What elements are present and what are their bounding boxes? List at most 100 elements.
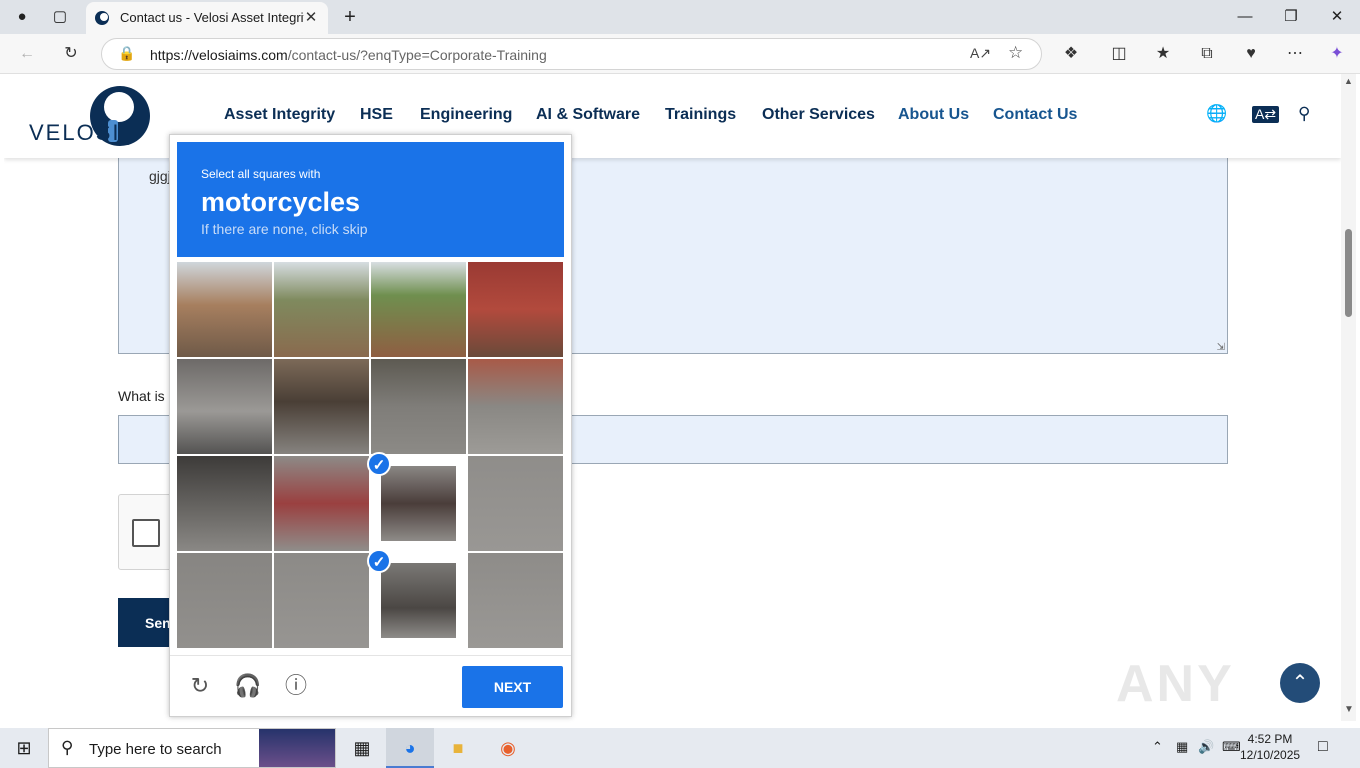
velosi-logo-text[interactable]: VELOSI: [29, 120, 120, 146]
page-scrollbar[interactable]: ▲ ▼: [1341, 74, 1356, 721]
info-icon[interactable]: ⓘ: [282, 672, 310, 700]
browser-tab[interactable]: Contact us - Velosi Asset Integrity ✕: [86, 2, 328, 34]
security-question-label: What is: [118, 388, 165, 404]
file-explorer-icon[interactable]: ■: [434, 728, 482, 768]
nav-hse[interactable]: HSE: [360, 106, 393, 124]
scroll-to-top-button[interactable]: ⌃: [1280, 663, 1320, 703]
copilot-icon[interactable]: ✦: [1324, 41, 1350, 67]
captcha-header: Select all squares with motorcycles If t…: [177, 142, 564, 257]
reload-icon[interactable]: ↻: [58, 41, 84, 67]
selected-check-icon: ✓: [367, 549, 391, 573]
lock-icon[interactable]: 🔒: [118, 45, 135, 62]
message-text: gjgj: [149, 168, 171, 184]
taskbar-search[interactable]: ⚲ Type here to search: [48, 728, 336, 768]
new-tab-icon[interactable]: +: [336, 1, 364, 33]
back-icon[interactable]: ←: [14, 41, 40, 67]
clock[interactable]: 4:52 PM 12/10/2025: [1240, 731, 1300, 763]
search-icon: ⚲: [61, 738, 74, 757]
tab-bar: ● ▢ Contact us - Velosi Asset Integrity …: [0, 0, 1360, 34]
globe-icon[interactable]: 🌐: [1206, 104, 1227, 124]
favorites-icon[interactable]: ★: [1150, 41, 1176, 67]
split-screen-icon[interactable]: ◫: [1106, 41, 1132, 67]
favorite-star-icon[interactable]: ☆: [1008, 43, 1023, 63]
nav-ai-software[interactable]: AI & Software: [536, 106, 640, 124]
clock-date: 12/10/2025: [1240, 748, 1301, 762]
language-icon[interactable]: ⌨: [1222, 739, 1241, 755]
more-menu-icon[interactable]: ⋯: [1282, 41, 1308, 67]
captcha-footer: ↻ 🎧 ⓘ NEXT: [170, 655, 571, 717]
windows-taskbar: ⊞ ⚲ Type here to search ▦ ◕ ■ ◉ ⌃ ▦ 🔊 ⌨ …: [0, 728, 1360, 768]
minimize-icon[interactable]: —: [1230, 1, 1260, 33]
captcha-tile[interactable]: [274, 262, 369, 357]
volume-icon[interactable]: 🔊: [1198, 739, 1214, 755]
scroll-thumb[interactable]: [1345, 229, 1352, 317]
nav-engineering[interactable]: Engineering: [420, 106, 512, 124]
captcha-tile[interactable]: [177, 456, 272, 551]
nav-other-services[interactable]: Other Services: [762, 106, 875, 124]
restore-icon[interactable]: ❐: [1276, 1, 1306, 33]
address-bar[interactable]: 🔒 https://velosiaims.com/contact-us/?enq…: [101, 38, 1042, 70]
captcha-tile[interactable]: [177, 553, 272, 648]
clock-time: 4:52 PM: [1247, 732, 1293, 746]
reload-challenge-icon[interactable]: ↻: [186, 672, 214, 700]
captcha-tile[interactable]: [177, 359, 272, 454]
captcha-tile[interactable]: [274, 456, 369, 551]
nav-asset-integrity[interactable]: Asset Integrity: [224, 106, 335, 124]
captcha-tile-image: [177, 456, 272, 551]
collections-icon[interactable]: ⧉: [1194, 41, 1220, 67]
captcha-tile-image: [381, 466, 456, 541]
edge-app-icon[interactable]: ◕: [386, 728, 434, 768]
notifications-icon[interactable]: □: [1318, 738, 1328, 756]
tab-actions-icon[interactable]: ▢: [46, 1, 74, 33]
next-button[interactable]: NEXT: [462, 666, 563, 708]
task-view-icon[interactable]: ▦: [338, 728, 386, 768]
captcha-tile[interactable]: [371, 262, 466, 357]
scroll-down-icon[interactable]: ▼: [1344, 704, 1354, 715]
captcha-tile[interactable]: [274, 553, 369, 648]
audio-challenge-icon[interactable]: 🎧: [234, 672, 262, 700]
captcha-tile[interactable]: [468, 553, 563, 648]
firefox-icon[interactable]: ◉: [484, 728, 532, 768]
captcha-tile-image: [468, 262, 563, 357]
extensions-icon[interactable]: ❖: [1058, 41, 1084, 67]
captcha-tile[interactable]: [468, 456, 563, 551]
captcha-instruction: Select all squares with: [201, 167, 321, 181]
nav-contact-us[interactable]: Contact Us: [993, 106, 1077, 124]
captcha-tile-image: [468, 553, 563, 648]
nav-about-us[interactable]: About Us: [898, 106, 969, 124]
captcha-tile-image: [274, 456, 369, 551]
scroll-up-icon[interactable]: ▲: [1344, 76, 1353, 86]
resize-handle-icon[interactable]: ⇲: [1217, 342, 1225, 353]
captcha-tile[interactable]: [177, 262, 272, 357]
captcha-tile-image: [274, 359, 369, 454]
close-tab-icon[interactable]: ✕: [302, 8, 320, 26]
network-icon[interactable]: ▦: [1176, 739, 1188, 755]
translate-icon[interactable]: A⇄: [1252, 106, 1280, 123]
captcha-tile[interactable]: [371, 359, 466, 454]
performance-icon[interactable]: ♥: [1238, 41, 1264, 67]
captcha-tile[interactable]: [274, 359, 369, 454]
captcha-tile-image: [468, 456, 563, 551]
selected-check-icon: ✓: [367, 452, 391, 476]
search-placeholder: Type here to search: [89, 741, 222, 758]
tray-chevron-icon[interactable]: ⌃: [1152, 739, 1163, 755]
captcha-tile-image: [371, 262, 466, 357]
captcha-challenge: Select all squares with motorcycles If t…: [169, 134, 572, 717]
nav-trainings[interactable]: Trainings: [665, 106, 736, 124]
close-window-icon[interactable]: ✕: [1322, 1, 1352, 33]
browser-toolbar: ← ↻ 🔒 https://velosiaims.com/contact-us/…: [0, 34, 1360, 74]
profile-icon[interactable]: ●: [8, 1, 36, 33]
read-aloud-icon[interactable]: A↗: [970, 45, 991, 62]
recaptcha-checkbox[interactable]: [132, 519, 160, 547]
captcha-tile[interactable]: [468, 359, 563, 454]
captcha-tile-image: [274, 262, 369, 357]
site-favicon-icon: [95, 11, 109, 25]
captcha-tile-image: [371, 359, 466, 454]
search-icon[interactable]: ⚲: [1298, 104, 1310, 124]
captcha-tile-image: [381, 563, 456, 638]
captcha-tile[interactable]: [468, 262, 563, 357]
windows-start-icon[interactable]: ⊞: [0, 728, 48, 768]
captcha-tile-image: [177, 359, 272, 454]
url-text: https://velosiaims.com/contact-us/?enqTy…: [150, 47, 547, 63]
captcha-tile-image: [468, 359, 563, 454]
